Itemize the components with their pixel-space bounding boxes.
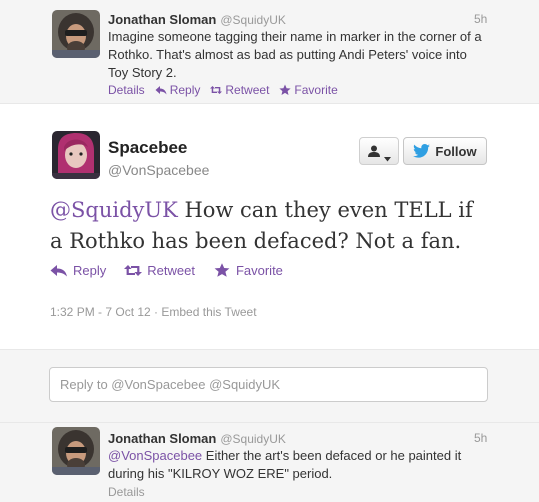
main-tweet: Spacebee @VonSpacebee Follow @SquidyUK H… <box>0 104 539 349</box>
avatar[interactable] <box>52 131 100 179</box>
avatar[interactable] <box>52 10 100 58</box>
reply-icon <box>50 263 68 278</box>
mention-link[interactable]: @SquidyUK <box>50 198 178 222</box>
retweet-button[interactable]: Retweet <box>124 263 195 278</box>
favorite-button[interactable]: Favorite <box>213 263 283 278</box>
follow-button[interactable]: Follow <box>403 137 487 165</box>
author-name[interactable]: Jonathan Sloman <box>108 12 216 27</box>
user-icon <box>367 144 381 158</box>
retweet-icon <box>124 263 143 278</box>
reply-input[interactable]: Reply to @VonSpacebee @SquidyUK <box>49 367 488 402</box>
tweet-actions: Reply Retweet Favorite <box>50 263 283 278</box>
favorite-label: Favorite <box>235 263 283 278</box>
author-name[interactable]: Spacebee <box>108 138 187 158</box>
author-handle[interactable]: @SquidyUK <box>220 13 286 27</box>
reply-tweet[interactable]: Jonathan Sloman @SquidyUK 5h @VonSpacebee… <box>0 423 539 502</box>
details-link[interactable]: Details <box>108 83 145 97</box>
timestamp[interactable]: 5h <box>474 12 487 26</box>
star-icon <box>279 84 292 96</box>
reply-label: Reply <box>73 263 107 278</box>
top-tweet[interactable]: Jonathan Sloman @SquidyUK 5h Imagine some… <box>0 0 539 104</box>
details-label: Details <box>108 83 145 97</box>
retweet-icon <box>210 84 223 96</box>
details-link[interactable]: Details <box>108 485 145 499</box>
reply-area: Reply to @VonSpacebee @SquidyUK <box>0 349 539 423</box>
avatar[interactable] <box>52 427 100 475</box>
timestamp[interactable]: 5h <box>474 431 487 445</box>
favorite-button[interactable]: Favorite <box>279 83 338 97</box>
favorite-label: Favorite <box>294 83 338 97</box>
follow-label: Follow <box>435 143 477 159</box>
reply-label: Reply <box>169 83 201 97</box>
star-icon <box>213 263 231 278</box>
mention-link[interactable]: @VonSpacebee <box>108 448 202 463</box>
author-name[interactable]: Jonathan Sloman <box>108 431 216 446</box>
retweet-label: Retweet <box>147 263 195 278</box>
user-actions-dropdown[interactable] <box>359 137 399 165</box>
reply-button[interactable]: Reply <box>50 263 106 278</box>
reply-icon <box>155 84 167 96</box>
tweet-text: @SquidyUK How can they even TELL if a Ro… <box>50 195 490 257</box>
author-handle[interactable]: @VonSpacebee <box>108 162 209 178</box>
reply-button[interactable]: Reply <box>155 83 201 97</box>
author-handle[interactable]: @SquidyUK <box>220 432 286 446</box>
tweet-text: @VonSpacebee Either the art's been defac… <box>108 447 488 483</box>
retweet-button[interactable]: Retweet <box>210 83 269 97</box>
tweet-meta[interactable]: 1:32 PM - 7 Oct 12 · Embed this Tweet <box>50 305 257 319</box>
tweet-text: Imagine someone tagging their name in ma… <box>108 29 482 80</box>
twitter-bird-icon <box>413 144 431 158</box>
tweet-actions: Details Reply Retweet Favorite <box>108 83 338 97</box>
caret-down-icon <box>384 149 391 161</box>
retweet-label: Retweet <box>225 83 270 97</box>
